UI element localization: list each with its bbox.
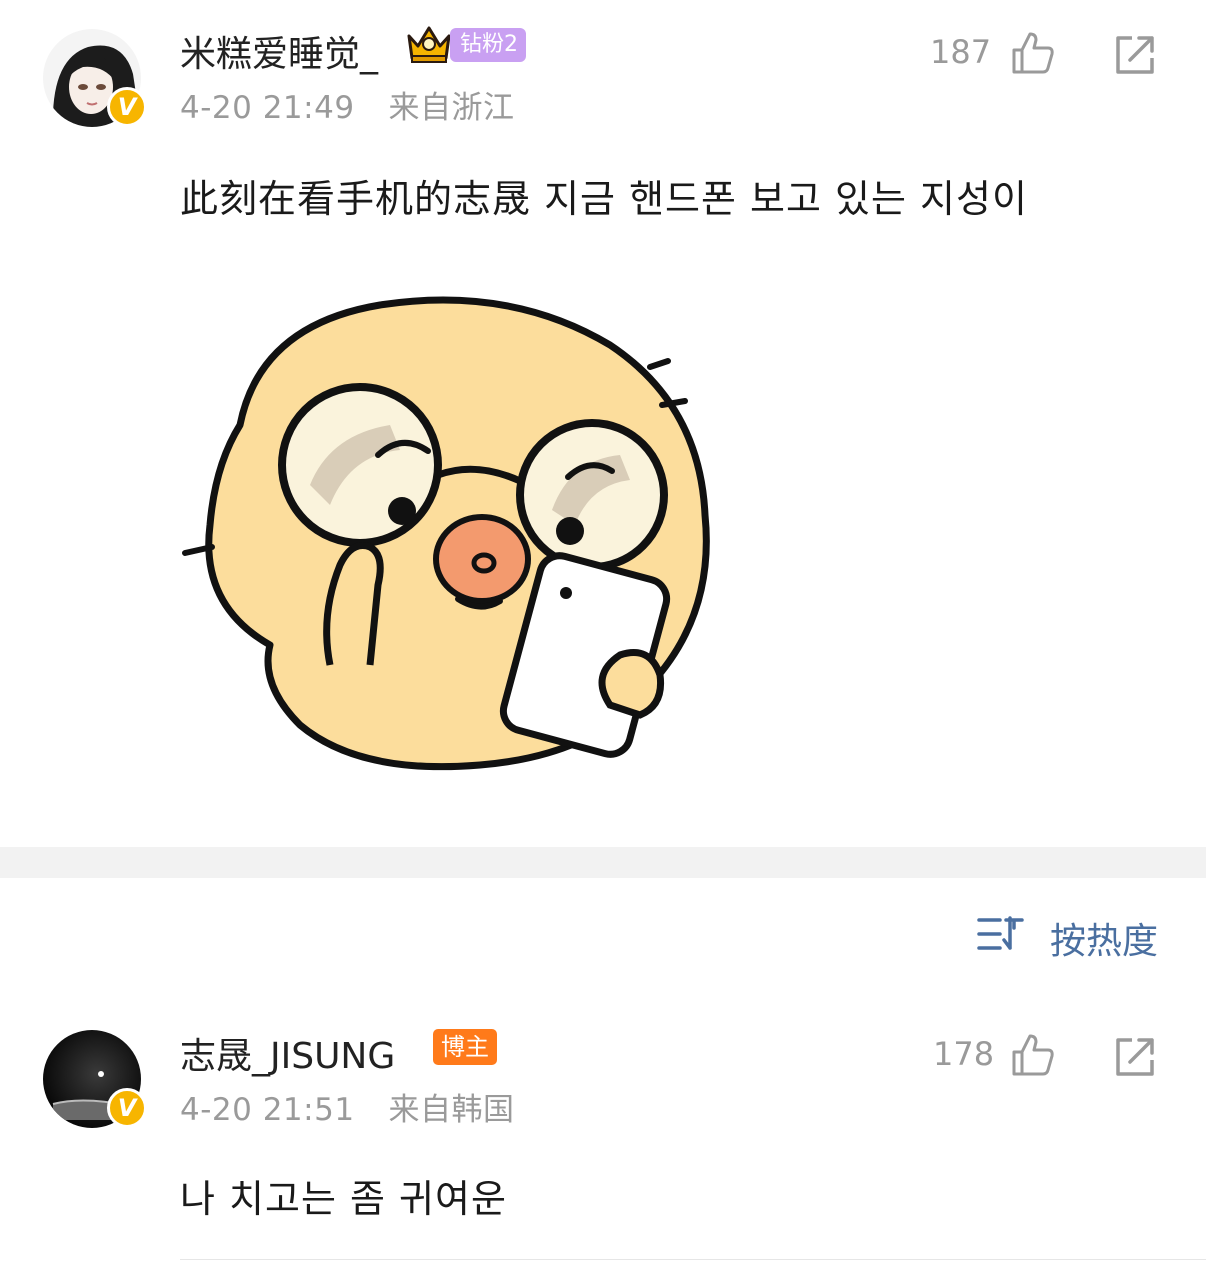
sort-by-hot-button[interactable]: 按热度 xyxy=(1050,912,1158,964)
comment-like-count: 178 xyxy=(933,1035,995,1073)
comment-meta: 4-20 21:51 来自韩国 xyxy=(180,1084,515,1129)
comment-separator xyxy=(180,1259,1206,1260)
section-divider xyxy=(0,847,1206,878)
post-time: 4-20 21:49 xyxy=(180,90,355,126)
post-like-count: 187 xyxy=(930,33,992,71)
sort-icon[interactable] xyxy=(976,914,1024,954)
verified-badge: V xyxy=(107,1088,147,1128)
blogger-badge: 博主 xyxy=(433,1029,497,1065)
comment-time: 4-20 21:51 xyxy=(180,1092,355,1128)
post-meta: 4-20 21:49 来自浙江 xyxy=(180,82,515,127)
share-icon[interactable] xyxy=(1112,32,1158,78)
post-author-name[interactable]: 米糕爱睡觉_ xyxy=(180,25,378,77)
sticker-image[interactable] xyxy=(180,285,740,785)
thumbs-up-icon[interactable] xyxy=(1010,1032,1056,1078)
fan-level-badge: 钻粉2 xyxy=(450,28,526,62)
comment-location: 来自韩国 xyxy=(388,1092,515,1128)
verified-badge: V xyxy=(107,87,147,127)
post-location: 来自浙江 xyxy=(388,90,515,126)
comment-author-name[interactable]: 志晟_JISUNG xyxy=(180,1027,395,1079)
comment-text: 나 치고는 좀 귀여운 xyxy=(180,1177,507,1221)
crown-icon xyxy=(407,26,451,63)
post-text: 此刻在看手机的志晟 지금 핸드폰 보고 있는 지성이 xyxy=(180,177,1028,221)
share-icon[interactable] xyxy=(1112,1034,1158,1080)
thumbs-up-icon[interactable] xyxy=(1010,30,1056,76)
